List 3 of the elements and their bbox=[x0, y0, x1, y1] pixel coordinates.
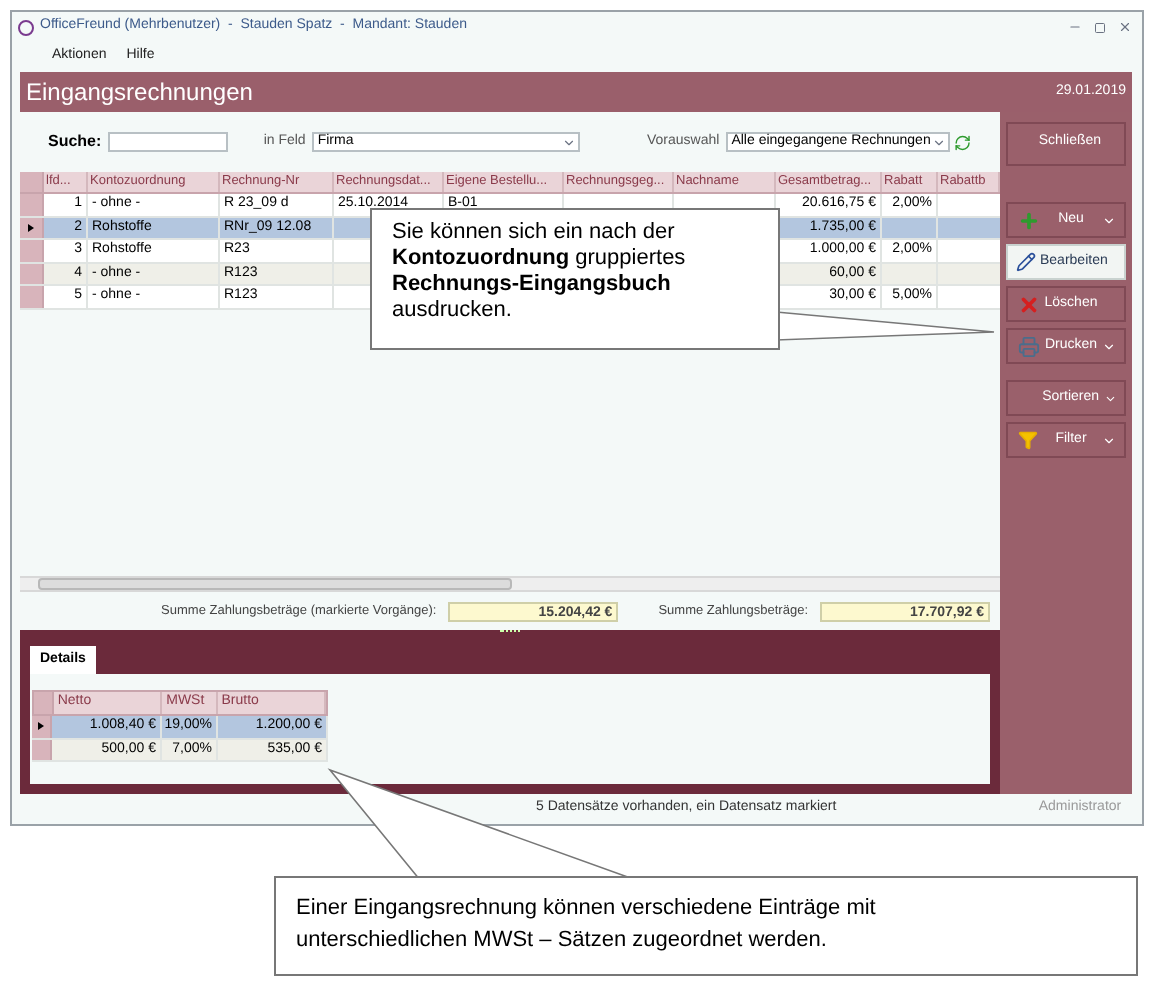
page-title: Eingangsrechnungen bbox=[26, 76, 253, 110]
callout-text: Einer Eingangsrechnung können verschiedene Einträge mit unterschiedlichen MWSt – Sätzen zugeordnet werden. bbox=[296, 896, 876, 952]
search-label: Suche: bbox=[48, 130, 102, 154]
